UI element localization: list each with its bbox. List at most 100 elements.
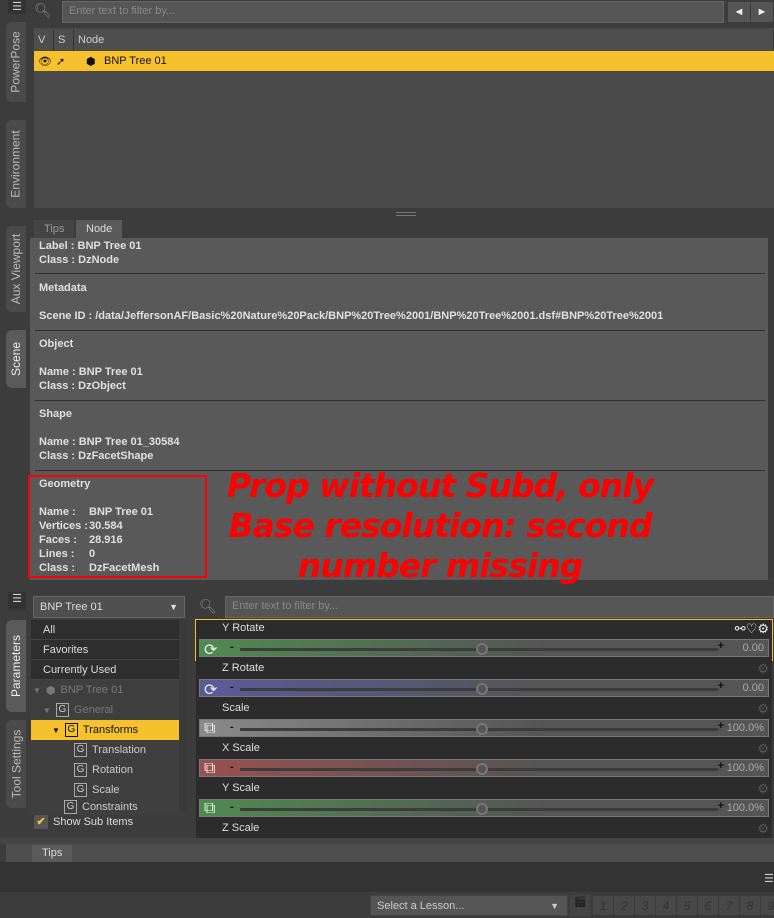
parameter-slider[interactable]: Scale ⚙ ⧉ - + 100.0% [196, 700, 772, 740]
lesson-page-button[interactable]: 7 [718, 895, 740, 916]
decrement-button[interactable]: - [230, 761, 234, 773]
tab-environment[interactable]: Environment [6, 120, 26, 208]
slider-bar[interactable]: ⧉ - + 100.0% [199, 799, 769, 817]
eye-icon[interactable]: 👁︎ [38, 55, 56, 68]
tree-scrollbar[interactable] [179, 620, 187, 812]
class-text: Class : DzNode [39, 254, 120, 266]
lesson-page-button[interactable]: 1 [592, 895, 614, 916]
decrement-button[interactable]: - [230, 681, 234, 693]
slider-value[interactable]: 0.00 [743, 642, 764, 654]
gear-icon[interactable]: ⚙ [757, 661, 769, 677]
lesson-select-value: Select a Lesson... [377, 900, 465, 912]
list-all[interactable]: All [31, 620, 179, 640]
slider-knob[interactable] [476, 803, 488, 815]
gear-icon[interactable]: ⚙ [757, 701, 769, 717]
parameter-slider[interactable]: Y Rotate ⚯♡⚙ ⟳ - + 0.00 [195, 619, 773, 661]
parameter-slider[interactable]: Y Scale ⚙ ⧉ - + 100.0% [196, 780, 772, 820]
object-class: Class : DzObject [39, 380, 126, 392]
splitter[interactable] [396, 212, 416, 216]
panel-menu-icon[interactable]: ☰ [764, 872, 774, 890]
forward-button[interactable]: ► [751, 2, 773, 22]
slider-bar[interactable]: ⟳ - + 0.00 [199, 639, 769, 659]
lesson-select[interactable]: Select a Lesson... ▼ [370, 895, 568, 916]
slider-value[interactable]: 100.0% [727, 802, 764, 814]
slider-value[interactable]: 100.0% [727, 762, 764, 774]
slider-bar[interactable]: ⟳ - + 0.00 [199, 679, 769, 699]
column-visible[interactable]: V [34, 30, 54, 50]
parameter-slider[interactable]: X Scale ⚙ ⧉ - + 100.0% [196, 740, 772, 780]
decrement-button[interactable]: - [230, 801, 234, 813]
expand-arrow-icon[interactable]: ▼ [33, 686, 41, 695]
tab-node[interactable]: Node [76, 220, 123, 238]
scene-row-selected[interactable]: 👁︎ ➚ ⬢ BNP Tree 01 [34, 51, 774, 71]
info-scrollbar[interactable] [768, 240, 774, 578]
tab-aux-viewport[interactable]: Aux Viewport [6, 226, 26, 312]
param-filter-input[interactable]: Enter text to filter by... [225, 596, 774, 618]
tree-label: Scale [92, 784, 120, 796]
tab-powerpose[interactable]: PowerPose [6, 22, 26, 102]
slider-bar[interactable]: ⧉ - + 100.0% [199, 759, 769, 777]
clapperboard-icon[interactable]: 🎬︎ [570, 895, 590, 916]
group-icon: G [64, 723, 78, 737]
list-currently-used[interactable]: Currently Used [31, 660, 179, 680]
panel-menu-icon[interactable]: ☰ [8, 592, 26, 610]
list-favorites[interactable]: Favorites [31, 640, 179, 660]
tab-tips-bottom[interactable]: Tips [32, 845, 73, 862]
column-node[interactable]: Node [74, 30, 774, 50]
slider-knob[interactable] [476, 683, 488, 695]
expand-arrow-icon[interactable]: ▼ [43, 706, 51, 715]
parameter-slider[interactable]: Z Rotate ⚙ ⟳ - + 0.00 [196, 660, 772, 700]
pointer-icon[interactable]: ➚ [56, 55, 86, 68]
section-shape: Shape [39, 408, 73, 420]
tree-label: BNP Tree 01 [60, 684, 124, 696]
scene-filter-input[interactable]: Enter text to filter by... [62, 1, 724, 23]
decrement-button[interactable]: - [230, 641, 234, 653]
annotation-line: Base resolution: second [228, 506, 652, 545]
tree-group-transforms[interactable]: ▼ G Transforms [31, 720, 179, 740]
lesson-page-button[interactable]: 5 [676, 895, 698, 916]
lesson-page-button[interactable]: 3 [634, 895, 656, 916]
increment-button[interactable]: + [718, 760, 724, 772]
tree-group-scale[interactable]: G Scale [74, 780, 120, 800]
tree-group-translation[interactable]: G Translation [74, 740, 146, 760]
column-selectable[interactable]: S [54, 30, 74, 50]
increment-button[interactable]: + [718, 640, 724, 652]
slider-bar[interactable]: ⧉ - + 100.0% [199, 719, 769, 737]
slider-knob[interactable] [476, 763, 488, 775]
node-select-dropdown[interactable]: BNP Tree 01 ▼ [33, 596, 185, 618]
decrement-button[interactable]: - [230, 721, 234, 733]
back-button[interactable]: ◄ [728, 2, 750, 22]
scale-icon: ⧉ [204, 760, 216, 777]
gear-icon[interactable]: ⚯♡⚙ [735, 621, 769, 637]
gear-icon[interactable]: ⚙ [757, 821, 769, 837]
expand-arrow-icon[interactable]: ▼ [52, 726, 60, 735]
tree-group-general[interactable]: ▼ G General [43, 700, 113, 720]
tab-scene[interactable]: Scene [6, 330, 26, 388]
section-object: Object [39, 338, 74, 350]
increment-button[interactable]: + [718, 800, 724, 812]
tree-node-bnp[interactable]: ▼ ⬢ BNP Tree 01 [33, 680, 123, 700]
slider-knob[interactable] [476, 723, 488, 735]
tree-group-constraints[interactable]: G Constraints [64, 800, 138, 814]
show-sub-items-checkbox[interactable]: ✔ Show Sub Items [34, 815, 133, 829]
lesson-page-button[interactable]: 9 [760, 895, 774, 916]
gear-icon[interactable]: ⚙ [757, 741, 769, 757]
lesson-page-button[interactable]: 8 [739, 895, 761, 916]
search-icon[interactable]: 🔍︎ [199, 598, 217, 615]
slider-value[interactable]: 0.00 [743, 682, 764, 694]
tab-parameters[interactable]: Parameters [6, 620, 26, 712]
tree-group-rotation[interactable]: G Rotation [74, 760, 133, 780]
increment-button[interactable]: + [718, 680, 724, 692]
lesson-page-button[interactable]: 2 [613, 895, 635, 916]
slider-knob[interactable] [476, 643, 488, 655]
tab-tool-settings[interactable]: Tool Settings [6, 720, 26, 808]
slider-label: Z Rotate [222, 662, 265, 674]
tab-tips[interactable]: Tips [34, 220, 75, 238]
slider-value[interactable]: 100.0% [727, 722, 764, 734]
lesson-page-button[interactable]: 6 [697, 895, 719, 916]
lesson-page-button[interactable]: 4 [655, 895, 677, 916]
search-icon[interactable]: 🔍︎ [34, 2, 58, 24]
panel-menu-icon[interactable]: ☰ [8, 0, 26, 14]
increment-button[interactable]: + [718, 720, 724, 732]
gear-icon[interactable]: ⚙ [757, 781, 769, 797]
